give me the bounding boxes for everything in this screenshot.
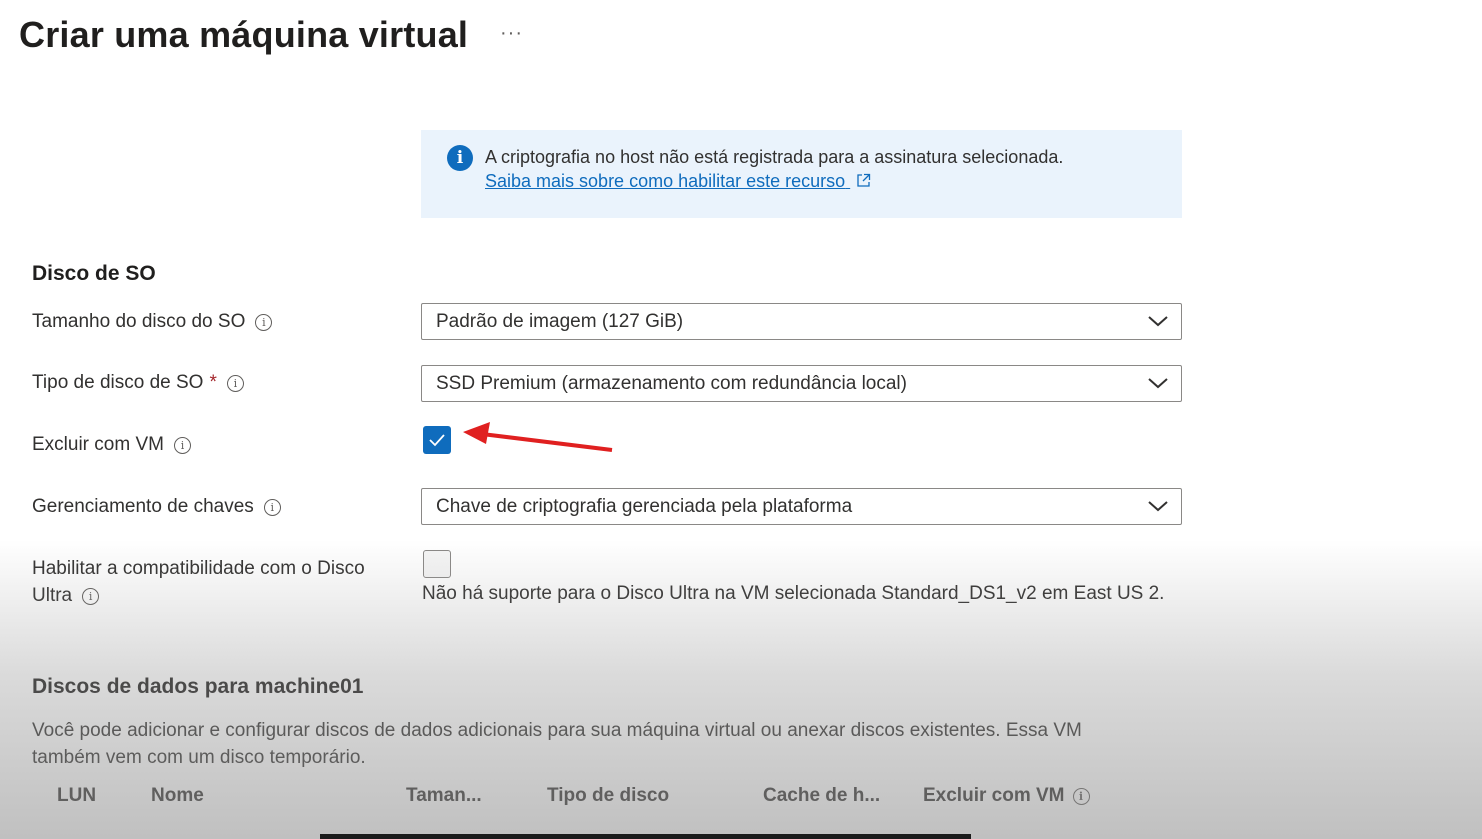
os-disk-type-value: SSD Premium (armazenamento com redundânc… xyxy=(436,373,907,394)
learn-more-link[interactable]: Saiba mais sobre como habilitar este rec… xyxy=(485,171,871,193)
ultra-disk-label-line1: Habilitar a compatibilidade com o Disco xyxy=(32,558,365,579)
delete-with-vm-label-text: Excluir com VM xyxy=(32,434,164,455)
info-banner: i A criptografia no host não está regist… xyxy=(421,130,1182,218)
column-header-host-cache: Cache de h... xyxy=(763,785,881,806)
info-tooltip-icon[interactable]: i xyxy=(82,587,100,605)
os-disk-size-value: Padrão de imagem (127 GiB) xyxy=(436,311,684,332)
checkmark-icon xyxy=(429,434,445,447)
info-tooltip-icon[interactable]: i xyxy=(255,313,273,331)
os-disk-type-label-text: Tipo de disco de SO xyxy=(32,372,204,393)
column-header-lun: LUN xyxy=(57,785,97,806)
column-header-delete-with-vm-text: Excluir com VM xyxy=(923,785,1065,806)
annotation-arrow xyxy=(463,422,613,452)
delete-with-vm-label: Excluir com VM i xyxy=(32,434,191,456)
ultra-disk-label-line2: Ultra xyxy=(32,585,73,606)
learn-more-link-label[interactable]: Saiba mais sobre como habilitar este rec… xyxy=(485,171,845,191)
data-disks-section-title: Discos de dados para machine01 xyxy=(32,675,364,698)
info-tooltip-icon[interactable]: i xyxy=(263,498,281,516)
os-disk-size-dropdown[interactable]: Padrão de imagem (127 GiB) xyxy=(421,303,1182,340)
os-disk-size-label: Tamanho do disco do SO i xyxy=(32,311,273,333)
key-management-dropdown[interactable]: Chave de criptografia gerenciada pela pl… xyxy=(421,488,1182,525)
required-asterisk: * xyxy=(209,372,217,393)
external-link-icon xyxy=(856,172,871,193)
column-header-size: Taman... xyxy=(406,785,482,806)
os-disk-type-label: Tipo de disco de SO * i xyxy=(32,372,244,394)
delete-with-vm-checkbox[interactable] xyxy=(423,426,451,454)
column-header-disk-type: Tipo de disco xyxy=(547,785,670,806)
ultra-disk-note: Não há suporte para o Disco Ultra na VM … xyxy=(422,583,1165,604)
more-options-button[interactable]: ··· xyxy=(500,22,523,45)
ultra-disk-checkbox[interactable] xyxy=(423,550,451,578)
data-disks-description: Você pode adicionar e configurar discos … xyxy=(32,720,1082,768)
info-icon: i xyxy=(447,145,473,171)
os-disk-size-label-text: Tamanho do disco do SO xyxy=(32,311,246,332)
chevron-down-icon xyxy=(1147,313,1169,334)
key-management-value: Chave de criptografia gerenciada pela pl… xyxy=(436,496,853,517)
os-disk-type-dropdown[interactable]: SSD Premium (armazenamento com redundânc… xyxy=(421,365,1182,402)
chevron-down-icon xyxy=(1147,375,1169,396)
info-tooltip-icon[interactable]: i xyxy=(226,374,244,392)
page-title: Criar uma máquina virtual xyxy=(19,14,469,55)
info-banner-text: A criptografia no host não está registra… xyxy=(485,147,1064,167)
info-tooltip-icon[interactable]: i xyxy=(173,436,191,454)
ultra-disk-label: Habilitar a compatibilidade com o Disco xyxy=(32,558,365,580)
column-header-delete-with-vm: Excluir com VM i xyxy=(923,785,1090,807)
key-management-label: Gerenciamento de chaves i xyxy=(32,496,281,518)
horizontal-scrollbar[interactable] xyxy=(320,834,971,839)
column-header-name: Nome xyxy=(151,785,204,806)
key-management-label-text: Gerenciamento de chaves xyxy=(32,496,254,517)
ultra-disk-label-2: Ultra i xyxy=(32,585,100,607)
chevron-down-icon xyxy=(1147,498,1169,519)
os-disk-section-title: Disco de SO xyxy=(32,262,156,285)
info-tooltip-icon[interactable]: i xyxy=(1072,787,1090,805)
